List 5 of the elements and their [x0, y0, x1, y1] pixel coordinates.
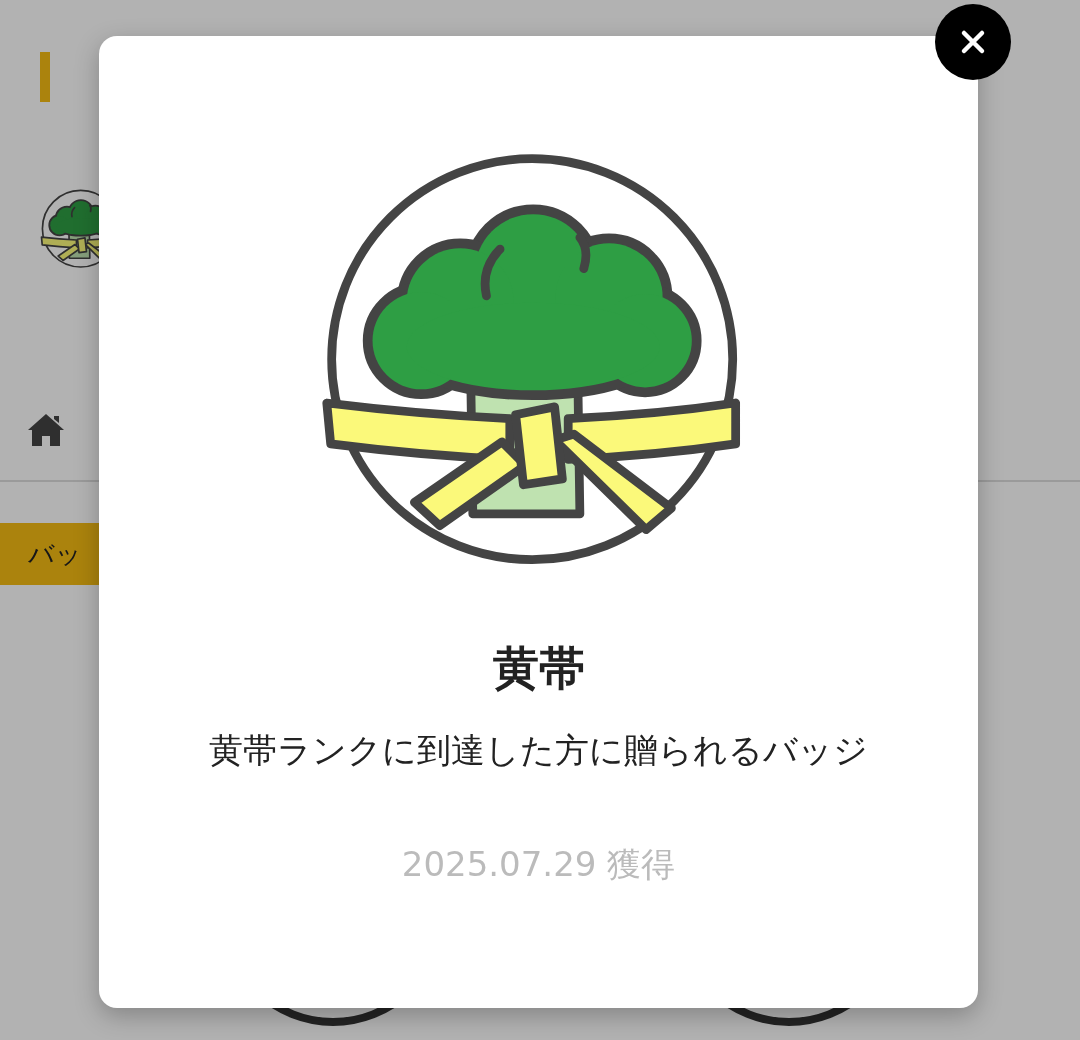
badge-title: 黄帯 [492, 640, 585, 697]
earned-date: 2025.07.29 獲得 [401, 843, 676, 886]
heading-accent [40, 52, 50, 102]
home-icon[interactable] [26, 412, 66, 448]
badge-description: 黄帯ランクに到達した方に贈られるバッジ [209, 729, 868, 772]
